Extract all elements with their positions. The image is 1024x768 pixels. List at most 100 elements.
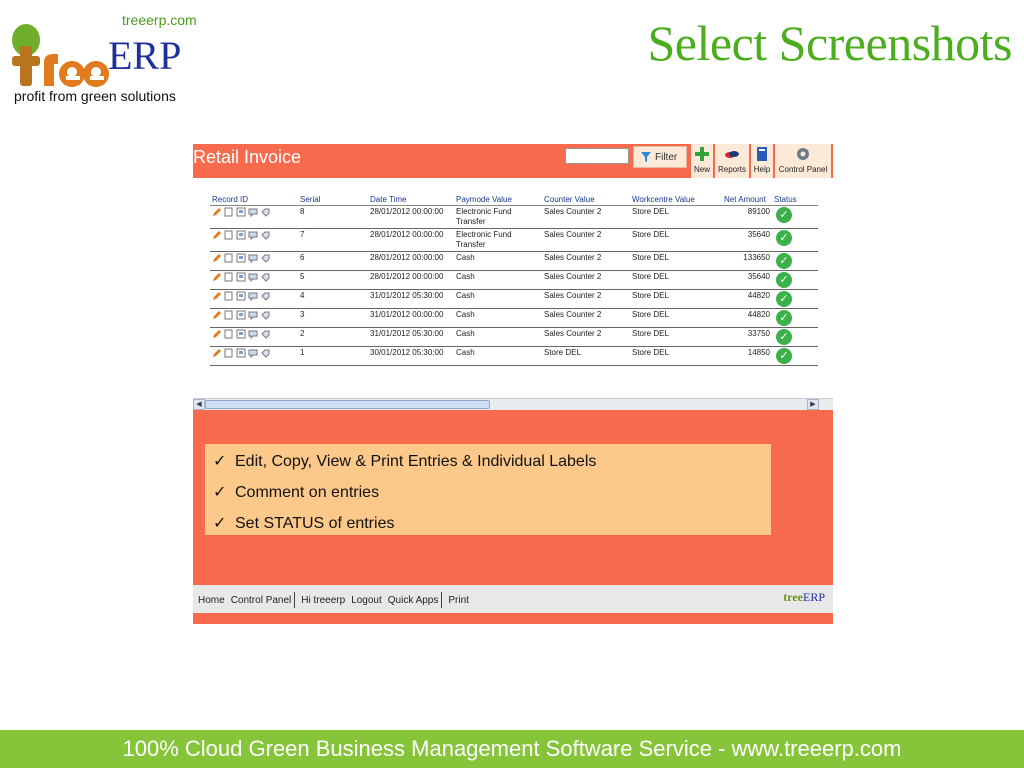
check-circle-icon[interactable]: ✓ — [776, 310, 792, 326]
label-tag-icon[interactable] — [260, 253, 270, 263]
column-header-date-time[interactable]: Date Time — [368, 194, 454, 206]
comment-icon[interactable] — [248, 207, 258, 217]
cell-workcentre: Store DEL — [630, 289, 722, 309]
search-input[interactable] — [565, 148, 629, 164]
table-row[interactable]: 4 31/01/2012 05:30:00 Cash Sales Counter 2S… — [210, 289, 818, 309]
column-header-serial[interactable]: Serial — [298, 194, 368, 206]
cell-workcentre: Store DEL — [630, 308, 722, 328]
edit-pencil-icon[interactable] — [212, 329, 222, 339]
cell-status: ✓ — [772, 251, 818, 271]
label-tag-icon[interactable] — [260, 329, 270, 339]
comment-icon[interactable] — [248, 291, 258, 301]
column-header-net-amount[interactable]: Net Amount — [722, 194, 772, 206]
edit-pencil-icon[interactable] — [212, 348, 222, 358]
footer-divider — [294, 592, 296, 608]
table-row[interactable]: 6 28/01/2012 00:00:00 Cash Sales Counter 2S… — [210, 251, 818, 271]
cell-date-time: 28/01/2012 00:00:00 — [368, 270, 454, 290]
view-icon[interactable] — [236, 207, 246, 217]
scroll-thumb[interactable] — [205, 400, 490, 409]
table-row[interactable]: 3 31/01/2012 00:00:00 Cash Sales Counter 2S… — [210, 308, 818, 328]
label-tag-icon[interactable] — [260, 291, 270, 301]
column-header-counter[interactable]: Counter Value — [542, 194, 630, 206]
view-icon[interactable] — [236, 348, 246, 358]
comment-icon[interactable] — [248, 230, 258, 240]
label-tag-icon[interactable] — [260, 230, 270, 240]
column-header-workcentre[interactable]: Workcentre Value — [630, 194, 722, 206]
footer-link-logout[interactable]: Logout — [351, 595, 382, 606]
view-icon[interactable] — [236, 310, 246, 320]
edit-pencil-icon[interactable] — [212, 230, 222, 240]
cell-paymode: Cash — [454, 346, 542, 366]
scroll-right-arrow-icon[interactable]: ▶ — [807, 399, 819, 410]
reports-button[interactable]: Reports — [715, 144, 749, 178]
check-circle-icon[interactable]: ✓ — [776, 329, 792, 345]
horizontal-scrollbar[interactable]: ◀ ▶ — [193, 398, 833, 410]
cell-workcentre: Store DEL — [630, 346, 722, 366]
label-tag-icon[interactable] — [260, 272, 270, 282]
logo-erp-text: ERP — [108, 33, 182, 78]
control-panel-button[interactable]: Control Panel — [775, 144, 831, 178]
copy-icon[interactable] — [224, 272, 234, 282]
view-icon[interactable] — [236, 272, 246, 282]
cell-counter: Sales Counter 2 — [542, 327, 630, 347]
bottom-banner: 100% Cloud Green Business Management Sof… — [0, 730, 1024, 768]
cell-date-time: 30/01/2012 05:30:00 — [368, 346, 454, 366]
copy-icon[interactable] — [224, 207, 234, 217]
table-row[interactable]: 7 28/01/2012 00:00:00 Electronic Fund Tran… — [210, 228, 818, 252]
label-tag-icon[interactable] — [260, 310, 270, 320]
view-icon[interactable] — [236, 329, 246, 339]
comment-icon[interactable] — [248, 272, 258, 282]
edit-pencil-icon[interactable] — [212, 272, 222, 282]
table-row[interactable]: 2 31/01/2012 05:30:00 Cash Sales Counter 2S… — [210, 327, 818, 347]
comment-icon[interactable] — [248, 310, 258, 320]
column-header-status[interactable]: Status — [772, 194, 818, 206]
edit-pencil-icon[interactable] — [212, 291, 222, 301]
check-circle-icon[interactable]: ✓ — [776, 348, 792, 364]
gear-icon — [797, 148, 809, 160]
view-icon[interactable] — [236, 230, 246, 240]
tree-logo-icon — [12, 24, 109, 87]
footer-link-quick-apps[interactable]: Quick Apps — [388, 595, 439, 606]
cell-serial: 8 — [298, 205, 368, 229]
copy-icon[interactable] — [224, 230, 234, 240]
cell-status: ✓ — [772, 289, 818, 309]
copy-icon[interactable] — [224, 310, 234, 320]
check-circle-icon[interactable]: ✓ — [776, 230, 792, 246]
check-circle-icon[interactable]: ✓ — [776, 272, 792, 288]
table-row[interactable]: 8 28/01/2012 00:00:00 Electronic Fund Tran… — [210, 205, 818, 229]
column-header-record-id[interactable]: Record ID — [210, 194, 298, 206]
feature-item: ✓ Comment on entries — [213, 479, 771, 510]
treeerp-logo: treeerp.com ERP profit from green soluti… — [10, 8, 220, 108]
footer-link-home[interactable]: Home — [198, 595, 225, 606]
comment-icon[interactable] — [248, 348, 258, 358]
check-circle-icon[interactable]: ✓ — [776, 291, 792, 307]
new-button[interactable]: New — [691, 144, 713, 178]
help-button[interactable]: Help — [751, 144, 773, 178]
copy-icon[interactable] — [224, 348, 234, 358]
view-icon[interactable] — [236, 253, 246, 263]
edit-pencil-icon[interactable] — [212, 310, 222, 320]
label-tag-icon[interactable] — [260, 207, 270, 217]
column-header-paymode[interactable]: Paymode Value — [454, 194, 542, 206]
cell-paymode: Cash — [454, 327, 542, 347]
comment-icon[interactable] — [248, 253, 258, 263]
comment-icon[interactable] — [248, 329, 258, 339]
footer-link-print[interactable]: Print — [448, 595, 469, 606]
footer-link-control-panel[interactable]: Control Panel — [231, 595, 292, 606]
label-tag-icon[interactable] — [260, 348, 270, 358]
edit-pencil-icon[interactable] — [212, 207, 222, 217]
funnel-icon — [641, 152, 651, 162]
cell-counter: Store DEL — [542, 346, 630, 366]
scroll-left-arrow-icon[interactable]: ◀ — [193, 399, 205, 410]
table-row[interactable]: 5 28/01/2012 00:00:00 Cash Sales Counter 2S… — [210, 270, 818, 290]
view-icon[interactable] — [236, 291, 246, 301]
check-circle-icon[interactable]: ✓ — [776, 207, 792, 223]
copy-icon[interactable] — [224, 291, 234, 301]
copy-icon[interactable] — [224, 253, 234, 263]
table-row[interactable]: 1 30/01/2012 05:30:00 Cash Store DEL Store D… — [210, 346, 818, 366]
checkmark-icon: ✓ — [213, 453, 227, 470]
copy-icon[interactable] — [224, 329, 234, 339]
filter-button[interactable]: Filter — [633, 146, 687, 168]
edit-pencil-icon[interactable] — [212, 253, 222, 263]
check-circle-icon[interactable]: ✓ — [776, 253, 792, 269]
